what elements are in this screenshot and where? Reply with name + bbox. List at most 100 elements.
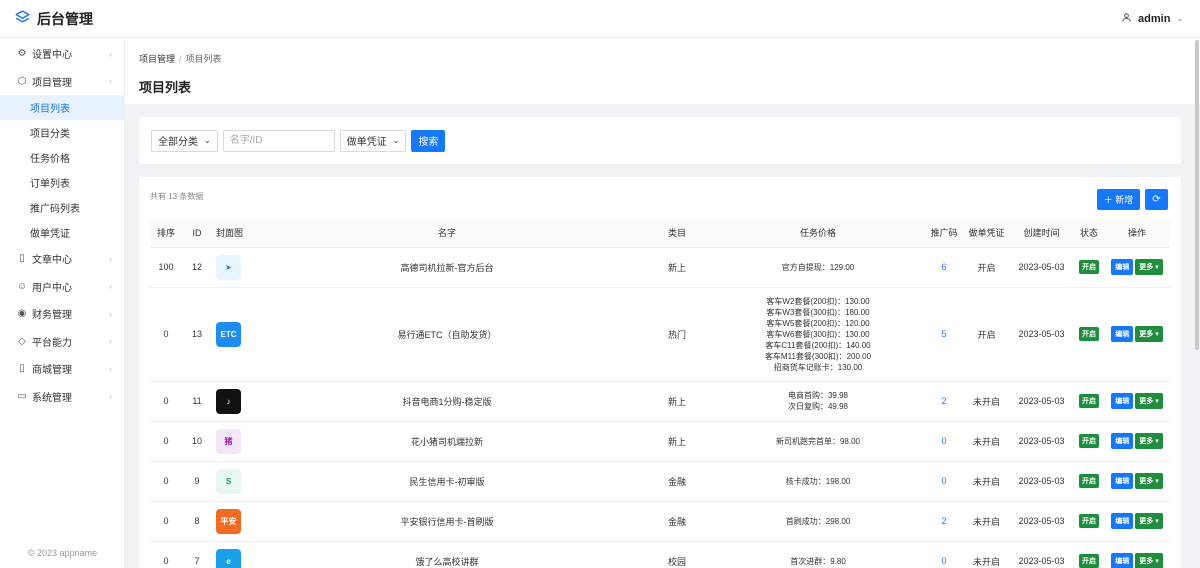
more-button[interactable]: 更多 ▾	[1135, 393, 1163, 409]
status-badge[interactable]: 开启	[1079, 554, 1099, 568]
cell-status: 开启	[1074, 501, 1104, 542]
sidebar-item-system[interactable]: ▭ 系统管理 ›	[0, 383, 124, 411]
cell-credential: 未开启	[964, 381, 1009, 422]
more-button[interactable]: 更多 ▾	[1135, 259, 1163, 275]
cell-cover: 平安	[212, 501, 252, 542]
edit-button[interactable]: 编辑	[1111, 473, 1134, 489]
gear-icon: ⚙	[17, 48, 27, 60]
sidebar-subitem-order-list[interactable]: 订单列表	[0, 170, 124, 195]
search-button[interactable]: 搜索	[411, 129, 446, 152]
credential-select[interactable]: 做单凭证 ⌄	[339, 129, 407, 152]
sidebar-subitem-promo-codes[interactable]: 推广码列表	[0, 195, 124, 220]
sidebar-item-label: 商城管理	[32, 365, 72, 377]
edit-button[interactable]: 编辑	[1111, 553, 1134, 568]
cell-status: 开启	[1074, 541, 1104, 568]
cell-name: 花小猪司机端拉新	[252, 421, 642, 462]
status-badge[interactable]: 开启	[1079, 327, 1099, 341]
status-badge[interactable]: 开启	[1079, 434, 1099, 448]
cell-code: 5	[924, 287, 964, 382]
edit-button[interactable]: 编辑	[1111, 513, 1134, 529]
sidebar-item-label: 财务管理	[32, 310, 72, 322]
cell-actions: 编辑 更多 ▾	[1104, 381, 1170, 422]
user-menu[interactable]: admin ⌄	[1121, 12, 1184, 26]
cover-image: ♪	[216, 388, 241, 414]
sidebar: ⚙ 设置中心 › ⬡ 项目管理 › 项目列表 项目分类 任务价格 订单列表 推广…	[0, 38, 125, 568]
more-button[interactable]: 更多 ▾	[1135, 473, 1163, 489]
status-badge[interactable]: 开启	[1079, 474, 1099, 488]
column-header: 做单凭证	[964, 219, 1009, 248]
more-button[interactable]: 更多 ▾	[1135, 553, 1163, 568]
column-header: 类目	[642, 219, 712, 248]
edit-button[interactable]: 编辑	[1111, 393, 1134, 409]
refresh-button[interactable]: ⟳	[1145, 189, 1168, 210]
cell-credential: 开启	[964, 247, 1009, 288]
cube-icon: ⬡	[17, 75, 27, 87]
edit-button[interactable]: 编辑	[1111, 433, 1134, 449]
sidebar-item-articles[interactable]: ▯ 文章中心 ›	[0, 245, 124, 273]
sidebar-item-label: 设置中心	[32, 50, 72, 62]
sidebar-subitem-credentials[interactable]: 做单凭证	[0, 220, 124, 245]
sidebar-subitem-project-category[interactable]: 项目分类	[0, 120, 124, 145]
price-line: 招商货车记账卡：130.00	[773, 362, 863, 372]
cell-name: 民生信用卡-初审版	[252, 461, 642, 502]
promo-code-link[interactable]: 0	[941, 556, 946, 566]
price-line: 客车C11套餐(200扣)：140.00	[765, 340, 871, 350]
promo-code-link[interactable]: 6	[941, 262, 946, 272]
table-row: 0 9 S 民生信用卡-初审版 金融 核卡成功：198.00 0 未开启 202…	[150, 461, 1170, 502]
promo-code-link[interactable]: 5	[941, 329, 946, 339]
cell-code: 0	[924, 421, 964, 462]
promo-code-link[interactable]: 0	[941, 476, 946, 486]
promo-code-link[interactable]: 2	[941, 396, 946, 406]
sidebar-item-settings[interactable]: ⚙ 设置中心 ›	[0, 40, 124, 68]
sidebar-item-shop[interactable]: ▯ 商城管理 ›	[0, 355, 124, 383]
more-button[interactable]: 更多 ▾	[1135, 513, 1163, 529]
keyword-input[interactable]	[222, 129, 335, 152]
sidebar-item-platform[interactable]: ◇ 平台能力 ›	[0, 328, 124, 356]
brand[interactable]: 后台管理	[14, 9, 93, 29]
sidebar-item-users[interactable]: ☺ 用户中心 ›	[0, 273, 124, 301]
page-title: 项目列表	[139, 80, 192, 95]
edit-button[interactable]: 编辑	[1111, 326, 1134, 342]
price-line: 首刷成功：298.00	[785, 516, 851, 526]
scroll-thumb[interactable]	[1195, 40, 1199, 350]
cell-price: 官方自提现：129.00	[712, 247, 924, 288]
breadcrumb-parent[interactable]: 项目管理	[139, 54, 175, 64]
column-header: 状态	[1074, 219, 1104, 248]
cell-id: 10	[182, 421, 212, 462]
cell-created: 2023-05-03	[1009, 287, 1074, 382]
cell-created: 2023-05-03	[1009, 541, 1074, 568]
status-badge[interactable]: 开启	[1079, 394, 1099, 408]
more-button[interactable]: 更多 ▾	[1135, 326, 1163, 342]
edit-button[interactable]: 编辑	[1111, 259, 1134, 275]
page-header: 项目管理 / 项目列表 项目列表	[125, 38, 1200, 104]
cell-actions: 编辑 更多 ▾	[1104, 541, 1170, 568]
promo-code-link[interactable]: 2	[941, 516, 946, 526]
status-badge[interactable]: 开启	[1079, 260, 1099, 274]
sidebar-subitem-project-list[interactable]: 项目列表	[0, 95, 124, 120]
column-header: 创建时间	[1009, 219, 1074, 248]
page-scrollbar[interactable]	[1194, 38, 1200, 568]
cell-category: 金融	[642, 501, 712, 542]
chevron-down-icon: ⌄	[1176, 13, 1184, 23]
cell-code: 2	[924, 501, 964, 542]
promo-code-link[interactable]: 0	[941, 436, 946, 446]
monitor-icon: ▭	[17, 390, 27, 402]
credential-select-value: 做单凭证	[346, 137, 387, 148]
user-icon	[1121, 12, 1132, 26]
table-row: 100 12 ➤ 高德司机拉新-官方后台 新上 官方自提现：129.00 6 开…	[150, 247, 1170, 288]
cell-created: 2023-05-03	[1009, 247, 1074, 288]
cell-id: 12	[182, 247, 212, 288]
chevron-right-icon: ›	[109, 308, 112, 319]
add-button[interactable]: ＋ 新增	[1097, 189, 1140, 210]
sidebar-subitem-task-price[interactable]: 任务价格	[0, 145, 124, 170]
cell-sort: 0	[150, 287, 182, 382]
status-badge[interactable]: 开启	[1079, 514, 1099, 528]
category-select[interactable]: 全部分类 ⌄	[151, 129, 218, 152]
sidebar-item-projects[interactable]: ⬡ 项目管理 ›	[0, 68, 124, 96]
breadcrumb-separator: /	[179, 54, 182, 64]
copyright: © 2023 appname	[27, 548, 98, 558]
sidebar-item-finance[interactable]: ◉ 财务管理 ›	[0, 300, 124, 328]
more-button[interactable]: 更多 ▾	[1135, 433, 1163, 449]
cell-code: 0	[924, 461, 964, 502]
category-select-value: 全部分类	[158, 137, 198, 148]
